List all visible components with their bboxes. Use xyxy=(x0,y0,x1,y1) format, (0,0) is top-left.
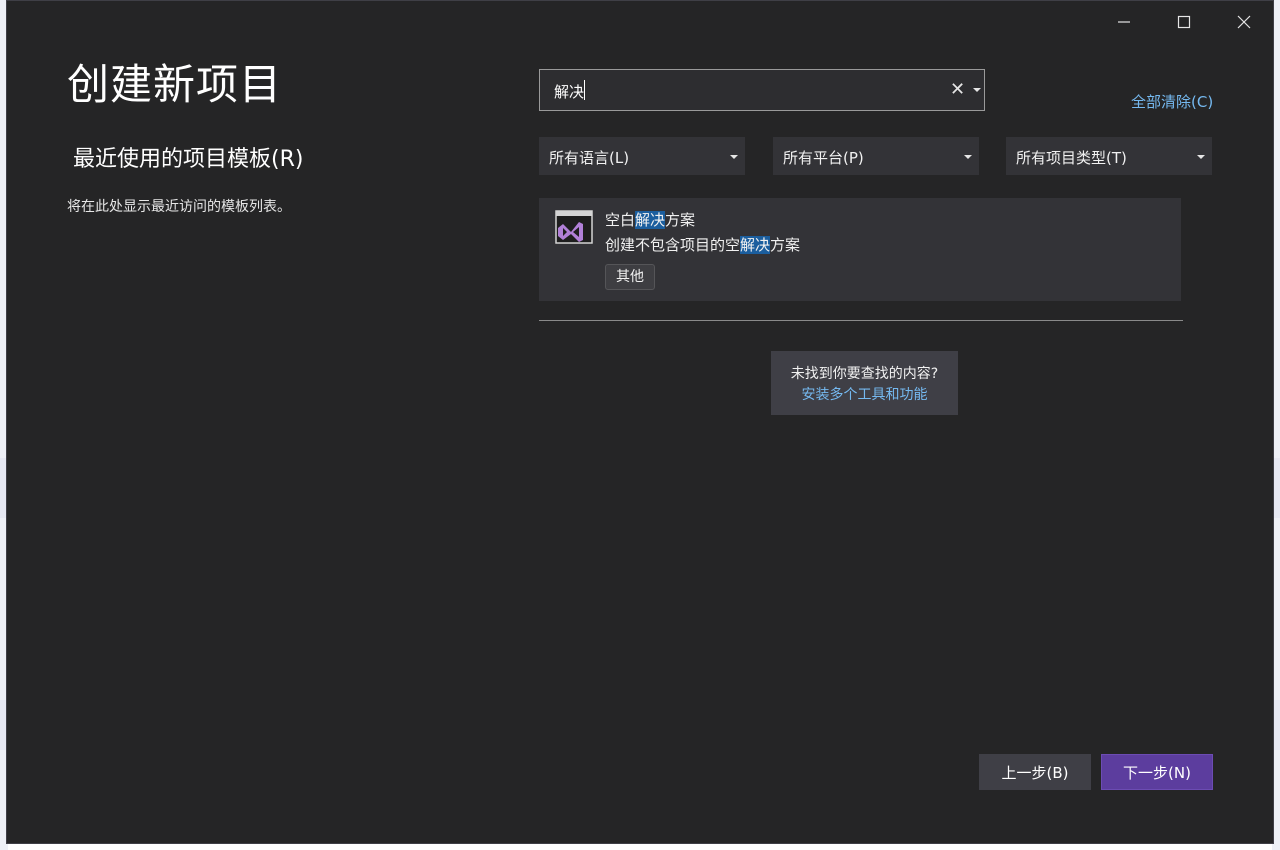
create-project-dialog: 创建新项目 最近使用的项目模板(R) 将在此处显示最近访问的模板列表。 解决 ✕… xyxy=(6,0,1274,844)
minimize-icon xyxy=(1118,21,1130,23)
language-filter-dropdown[interactable]: 所有语言(L) xyxy=(539,137,745,175)
not-found-panel: 未找到你要查找的内容? 安装多个工具和功能 xyxy=(771,351,958,415)
maximize-icon xyxy=(1177,15,1191,29)
not-found-question: 未找到你要查找的内容? xyxy=(790,366,939,382)
platform-filter-label: 所有平台(P) xyxy=(783,149,864,167)
template-tag: 其他 xyxy=(605,264,655,290)
platform-filter-dropdown[interactable]: 所有平台(P) xyxy=(773,137,979,175)
language-filter-label: 所有语言(L) xyxy=(549,149,630,167)
next-button[interactable]: 下一步(N) xyxy=(1101,754,1213,790)
template-item-blank-solution[interactable]: 空白解决方案 创建不包含项目的空解决方案 其他 xyxy=(539,198,1181,301)
install-tools-link[interactable]: 安装多个工具和功能 xyxy=(771,384,958,404)
close-icon xyxy=(1237,15,1251,29)
recent-templates-empty-message: 将在此处显示最近访问的模板列表。 xyxy=(67,199,291,215)
results-divider xyxy=(539,320,1183,321)
template-search-box[interactable]: 解决 ✕ xyxy=(539,69,985,111)
minimize-button[interactable] xyxy=(1101,7,1147,37)
maximize-button[interactable] xyxy=(1161,7,1207,37)
template-name: 空白解决方案 xyxy=(605,211,696,229)
page-title: 创建新项目 xyxy=(67,60,283,109)
clear-search-icon[interactable]: ✕ xyxy=(950,79,965,100)
project-type-filter-dropdown[interactable]: 所有项目类型(T) xyxy=(1006,137,1212,175)
vs-solution-icon xyxy=(555,210,593,244)
search-input[interactable]: 解决 xyxy=(554,81,584,102)
template-description: 创建不包含项目的空解决方案 xyxy=(605,236,801,254)
search-history-dropdown-icon[interactable] xyxy=(972,86,982,94)
back-button[interactable]: 上一步(B) xyxy=(979,754,1091,790)
chevron-down-icon xyxy=(730,155,738,159)
close-button[interactable] xyxy=(1221,7,1267,37)
text-caret xyxy=(584,80,585,100)
search-match-highlight: 解决 xyxy=(740,236,771,254)
chevron-down-icon xyxy=(964,155,972,159)
project-type-filter-label: 所有项目类型(T) xyxy=(1016,149,1127,167)
recent-templates-heading: 最近使用的项目模板(R) xyxy=(73,147,304,172)
search-match-highlight: 解决 xyxy=(635,211,666,229)
clear-all-link[interactable]: 全部清除(C) xyxy=(1131,91,1213,112)
chevron-down-icon xyxy=(1197,155,1205,159)
